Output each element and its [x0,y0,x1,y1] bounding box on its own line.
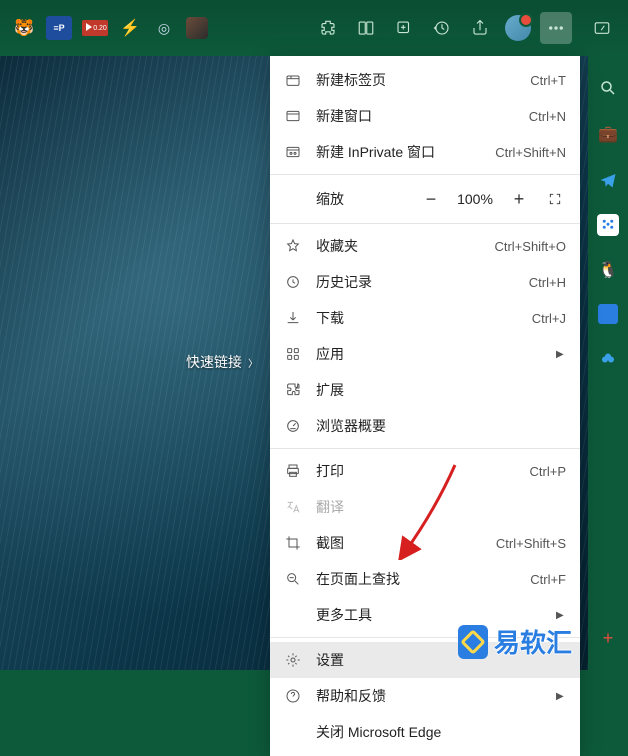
inprivate-icon [284,144,302,160]
menu-item-label: 关闭 Microsoft Edge [316,722,566,742]
menu-item-downloads[interactable]: 下载 Ctrl+J [270,300,580,336]
menu-divider [270,174,580,175]
menu-item-label: 新建标签页 [316,70,516,90]
sidebar-add-button[interactable]: + [596,626,620,650]
menu-item-shortcut: Ctrl+J [532,311,566,326]
help-icon [284,688,302,704]
todo-icon[interactable] [598,304,618,324]
menu-item-label: 历史记录 [316,272,515,292]
download-icon [284,310,302,326]
submenu-arrow-icon: ▶ [556,691,566,702]
fullscreen-button[interactable] [540,192,570,206]
chevron-right-icon: 〉 [248,355,258,370]
telegram-icon[interactable] [596,168,620,192]
toolbar-extensions-left: 🐯 ≡P 0.20 ⚡ ◎ [12,16,208,40]
gear-icon [284,652,302,668]
menu-item-extensions[interactable]: 扩展 [270,372,580,408]
menu-item-favorites[interactable]: 收藏夹 Ctrl+Shift+O [270,228,580,264]
share-icon[interactable] [464,12,496,44]
menu-item-label: 更多工具 [316,605,542,625]
briefcase-icon[interactable]: 💼 [596,122,620,146]
menu-item-close[interactable]: 关闭 Microsoft Edge [270,714,580,750]
cloud-icon[interactable] [596,346,620,370]
translate-icon [284,499,302,515]
menu-item-shortcut: Ctrl+Shift+O [494,239,566,254]
browser-toolbar: 🐯 ≡P 0.20 ⚡ ◎ [0,0,628,56]
find-icon [284,571,302,587]
menu-item-essentials[interactable]: 浏览器概要 [270,408,580,444]
menu-item-new-inprivate[interactable]: 新建 InPrivate 窗口 Ctrl+Shift+N [270,134,580,170]
tab-icon [284,72,302,88]
menu-item-label: 截图 [316,533,482,553]
menu-item-label: 下载 [316,308,518,328]
menu-item-screenshot[interactable]: 截图 Ctrl+Shift+S [270,525,580,561]
present-icon[interactable] [586,12,618,44]
menu-item-label: 翻译 [316,497,566,517]
zoom-in-button[interactable]: + [502,185,536,213]
menu-item-apps[interactable]: 应用 ▶ [270,336,580,372]
menu-item-shortcut: Ctrl+Shift+S [496,536,566,551]
zoom-label: 缩放 [316,189,410,209]
menu-item-label: 打印 [316,461,516,481]
apps-icon [284,346,302,362]
crop-icon [284,535,302,551]
puzzle-icon [284,382,302,398]
menu-item-label: 浏览器概要 [316,416,566,436]
submenu-arrow-icon: ▶ [556,349,566,360]
extensions-icon[interactable] [312,12,344,44]
collections-icon[interactable] [388,12,420,44]
target-icon[interactable]: ◎ [152,16,176,40]
menu-item-shortcut: Ctrl+H [529,275,566,290]
menu-item-translate: 翻译 [270,489,580,525]
watermark: 易软汇 [458,623,572,660]
quick-links-label[interactable]: 快速链接 〉 [186,352,258,372]
star-icon [284,238,302,254]
menu-item-new-window[interactable]: 新建窗口 Ctrl+N [270,98,580,134]
window-icon [284,108,302,124]
more-menu-button[interactable] [540,12,572,44]
menu-item-label: 应用 [316,344,542,364]
menu-item-shortcut: Ctrl+N [529,109,566,124]
zoom-out-button[interactable]: − [414,185,448,213]
menu-item-shortcut: Ctrl+F [530,572,566,587]
menu-item-history[interactable]: 历史记录 Ctrl+H [270,264,580,300]
print-icon [284,463,302,479]
split-screen-icon[interactable] [350,12,382,44]
menu-item-label: 帮助和反馈 [316,686,542,706]
menu-item-label: 在页面上查找 [316,569,516,589]
qq-icon[interactable]: 🐧 [596,258,620,282]
cat-icon[interactable]: 🐯 [12,16,36,40]
menu-item-label: 新建窗口 [316,106,515,126]
menu-item-help[interactable]: 帮助和反馈 ▶ [270,678,580,714]
menu-divider [270,223,580,224]
menu-item-shortcut: Ctrl+Shift+N [495,145,566,160]
menu-item-shortcut: Ctrl+P [530,464,566,479]
dashboard-icon [284,418,302,434]
menu-divider [270,448,580,449]
play-badge-icon[interactable]: 0.20 [82,20,108,36]
submenu-arrow-icon: ▶ [556,610,566,621]
clock-icon [284,274,302,290]
baidu-icon[interactable] [597,214,619,236]
zoom-value: 100% [452,191,498,207]
menu-item-print[interactable]: 打印 Ctrl+P [270,453,580,489]
zoom-controls: 缩放−100%+ [270,179,580,219]
history-icon[interactable] [426,12,458,44]
menu-item-label: 收藏夹 [316,236,480,256]
edge-sidebar: 💼 🐧 + [588,56,628,670]
leaf-icon[interactable]: ⚡ [118,16,142,40]
menu-item-find[interactable]: 在页面上查找 Ctrl+F [270,561,580,597]
avatar-thumb-icon[interactable] [186,17,208,39]
menu-item-label: 新建 InPrivate 窗口 [316,142,481,162]
search-icon[interactable] [596,76,620,100]
watermark-icon [458,625,488,659]
profile-avatar[interactable] [502,12,534,44]
toolbar-right [312,12,618,44]
menu-item-label: 扩展 [316,380,566,400]
ep-icon[interactable]: ≡P [46,16,72,40]
menu-item-shortcut: Ctrl+T [530,73,566,88]
menu-item-new-tab[interactable]: 新建标签页 Ctrl+T [270,62,580,98]
watermark-text: 易软汇 [494,623,572,660]
